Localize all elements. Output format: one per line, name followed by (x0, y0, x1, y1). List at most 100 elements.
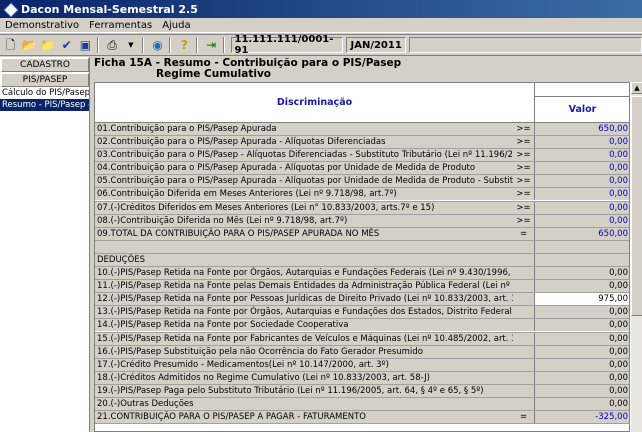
globe-icon[interactable]: ◉ (149, 36, 166, 54)
table-row: 15.(-)PIS/Pasep Retida na Fonte por Fabr… (95, 332, 629, 346)
column-header-valor: Valor (535, 83, 629, 123)
dropdown-arrow-icon[interactable]: ▼ (123, 36, 140, 54)
row-description: 05.Contribuição para o PIS/Pasep Apurada… (95, 175, 513, 188)
table-row: 20.(-)Outras Deduções 0,00 (95, 397, 629, 412)
check-icon[interactable]: ✔ (58, 36, 75, 54)
nav-item-resumo[interactable]: Resumo - PIS/Pasep - (0, 99, 89, 111)
toolbar-separator (169, 37, 171, 53)
row-description: 06.Contribuição Diferida em Meses Anteri… (95, 188, 513, 201)
cnpj-field: 11.111.111/0001-91 (230, 34, 344, 56)
row-operator (513, 293, 535, 306)
toolbar: 🗋 📂 📁 ✔ ▣ ⎙ ▼ ◉ ? ⇥ 11.111.111/0001-91 J… (0, 34, 642, 56)
table-row: 18.(-)Créditos Admitidos no Regime Cumul… (95, 371, 629, 385)
left-navigation: CADASTRO PIS/PASEP Cálculo do PIS/Pasep … (0, 57, 90, 432)
row-value-cell[interactable]: 0,00 (535, 397, 629, 410)
app-icon (3, 2, 17, 16)
table-row: 02.Contribuição para o PIS/Pasep Apurada… (95, 136, 629, 150)
grid-rows: 01.Contribuição para o PIS/Pasep Apurada… (95, 123, 629, 425)
column-header-spacer (535, 83, 629, 97)
main-panel: Ficha 15A - Resumo - Contribuição para o… (92, 57, 642, 432)
scroll-thumb[interactable] (631, 96, 642, 316)
row-description: 13.(-)PIS/Pasep Retida na Fonte por Órgã… (95, 306, 513, 319)
row-operator (513, 319, 535, 332)
row-operator: >= (513, 162, 535, 175)
row-value-cell (535, 253, 629, 266)
table-row: 08.(-)Contribuição Diferida no Mês (Lei … (95, 214, 629, 228)
table-row: 21.CONTRIBUIÇÃO PARA O PIS/PASEP A PAGAR… (95, 411, 629, 425)
row-operator: >= (513, 214, 535, 227)
row-operator (513, 267, 535, 280)
table-row: 17.(-)Crédito Presumido - Medicamentos(L… (95, 358, 629, 372)
row-operator (513, 345, 535, 358)
save-icon[interactable]: ▣ (77, 36, 94, 54)
row-description: 03.Contribuição para o PIS/Pasep - Alíqu… (95, 149, 513, 162)
row-description: 08.(-)Contribuição Diferida no Mês (Lei … (95, 214, 513, 227)
row-operator (513, 280, 535, 293)
row-description: 19.(-)PIS/Pasep Paga pelo Substituto Tri… (95, 384, 513, 397)
row-operator (513, 371, 535, 384)
row-value-cell: 0,00 (535, 149, 629, 162)
row-value-cell[interactable]: 0,00 (535, 371, 629, 384)
table-row: 14.(-)PIS/Pasep Retida na Fonte por Soci… (95, 319, 629, 333)
title-bar: Dacon Mensal-Semestral 2.5 (0, 0, 642, 18)
row-value-cell[interactable]: 0,00 (535, 280, 629, 293)
row-operator (513, 332, 535, 345)
row-description: 14.(-)PIS/Pasep Retida na Fonte por Soci… (95, 319, 513, 332)
menu-ferramentas[interactable]: Ferramentas (84, 20, 157, 31)
table-row: DEDUÇÕES (95, 253, 629, 268)
help-icon[interactable]: ? (176, 36, 193, 54)
new-document-icon[interactable]: 🗋 (2, 36, 19, 54)
row-description: 01.Contribuição para o PIS/Pasep Apurada (95, 123, 513, 135)
cadastro-button[interactable]: CADASTRO (1, 58, 89, 72)
pis-pasep-button[interactable]: PIS/PASEP (1, 73, 89, 87)
row-description: 15.(-)PIS/Pasep Retida na Fonte por Fabr… (95, 332, 513, 345)
row-value-cell: 0,00 (535, 201, 629, 214)
folder-icon[interactable]: 📁 (40, 36, 57, 54)
row-description: 09.TOTAL DA CONTRIBUIÇÃO PARA O PIS/PASE… (95, 227, 513, 240)
row-operator (513, 397, 535, 410)
table-row: 09.TOTAL DA CONTRIBUIÇÃO PARA O PIS/PASE… (95, 227, 629, 241)
row-description: 12.(-)PIS/Pasep Retida na Fonte por Pess… (95, 293, 513, 306)
table-row: 07.(-)Créditos Diferidos em Meses Anteri… (95, 201, 629, 215)
open-folder-icon[interactable]: 📂 (21, 36, 38, 54)
row-value-cell[interactable]: 0,00 (535, 267, 629, 280)
row-description (95, 240, 513, 253)
vertical-scrollbar[interactable]: ▲ (630, 82, 642, 432)
exit-icon[interactable]: ⇥ (203, 36, 220, 54)
table-row: 06.Contribuição Diferida em Meses Anteri… (95, 188, 629, 202)
menu-demonstrativo[interactable]: Demonstrativo (0, 20, 84, 31)
nav-item-calculo[interactable]: Cálculo do PIS/Pasep - (0, 87, 89, 99)
row-value-cell[interactable]: 975,00 (535, 293, 629, 306)
row-operator (513, 306, 535, 319)
window-title: Dacon Mensal-Semestral 2.5 (21, 2, 198, 16)
row-operator (513, 384, 535, 397)
page-title: Ficha 15A - Resumo - Contribuição para o… (94, 58, 401, 80)
row-value-cell[interactable]: 0,00 (535, 332, 629, 345)
scroll-up-arrow-icon[interactable]: ▲ (631, 82, 642, 94)
row-value-cell[interactable]: 0,00 (535, 358, 629, 371)
row-description: 04.Contribuição para o PIS/Pasep Apurada… (95, 162, 513, 175)
row-value-cell (535, 240, 629, 253)
table-row: 11.(-)PIS/Pasep Retida na Fonte pelas De… (95, 280, 629, 294)
row-description: 18.(-)Créditos Admitidos no Regime Cumul… (95, 371, 513, 384)
column-header-discriminacao: Discriminação (95, 83, 535, 123)
table-row: 19.(-)PIS/Pasep Paga pelo Substituto Tri… (95, 384, 629, 398)
row-value-cell[interactable]: 0,00 (535, 345, 629, 358)
column-header-valor-label: Valor (568, 104, 597, 115)
table-row: 12.(-)PIS/Pasep Retida na Fonte por Pess… (95, 293, 629, 307)
row-description: 11.(-)PIS/Pasep Retida na Fonte pelas De… (95, 280, 513, 293)
data-grid: Discriminação Valor 01.Contribuição para… (94, 82, 630, 432)
row-value-cell[interactable]: 0,00 (535, 319, 629, 332)
row-operator: >= (513, 175, 535, 188)
row-description: 02.Contribuição para o PIS/Pasep Apurada… (95, 136, 513, 149)
row-value-cell[interactable]: 0,00 (535, 306, 629, 319)
row-value-cell[interactable]: 0,00 (535, 384, 629, 397)
toolbar-separator (195, 37, 198, 53)
row-operator (513, 240, 535, 253)
row-description: 20.(-)Outras Deduções (95, 397, 513, 410)
table-row: 01.Contribuição para o PIS/Pasep Apurada… (95, 123, 629, 137)
row-value-cell: -325,00 (535, 411, 629, 424)
menu-ajuda[interactable]: Ajuda (157, 20, 195, 31)
toolbar-separator (142, 37, 145, 53)
print-icon[interactable]: ⎙ (104, 36, 121, 54)
